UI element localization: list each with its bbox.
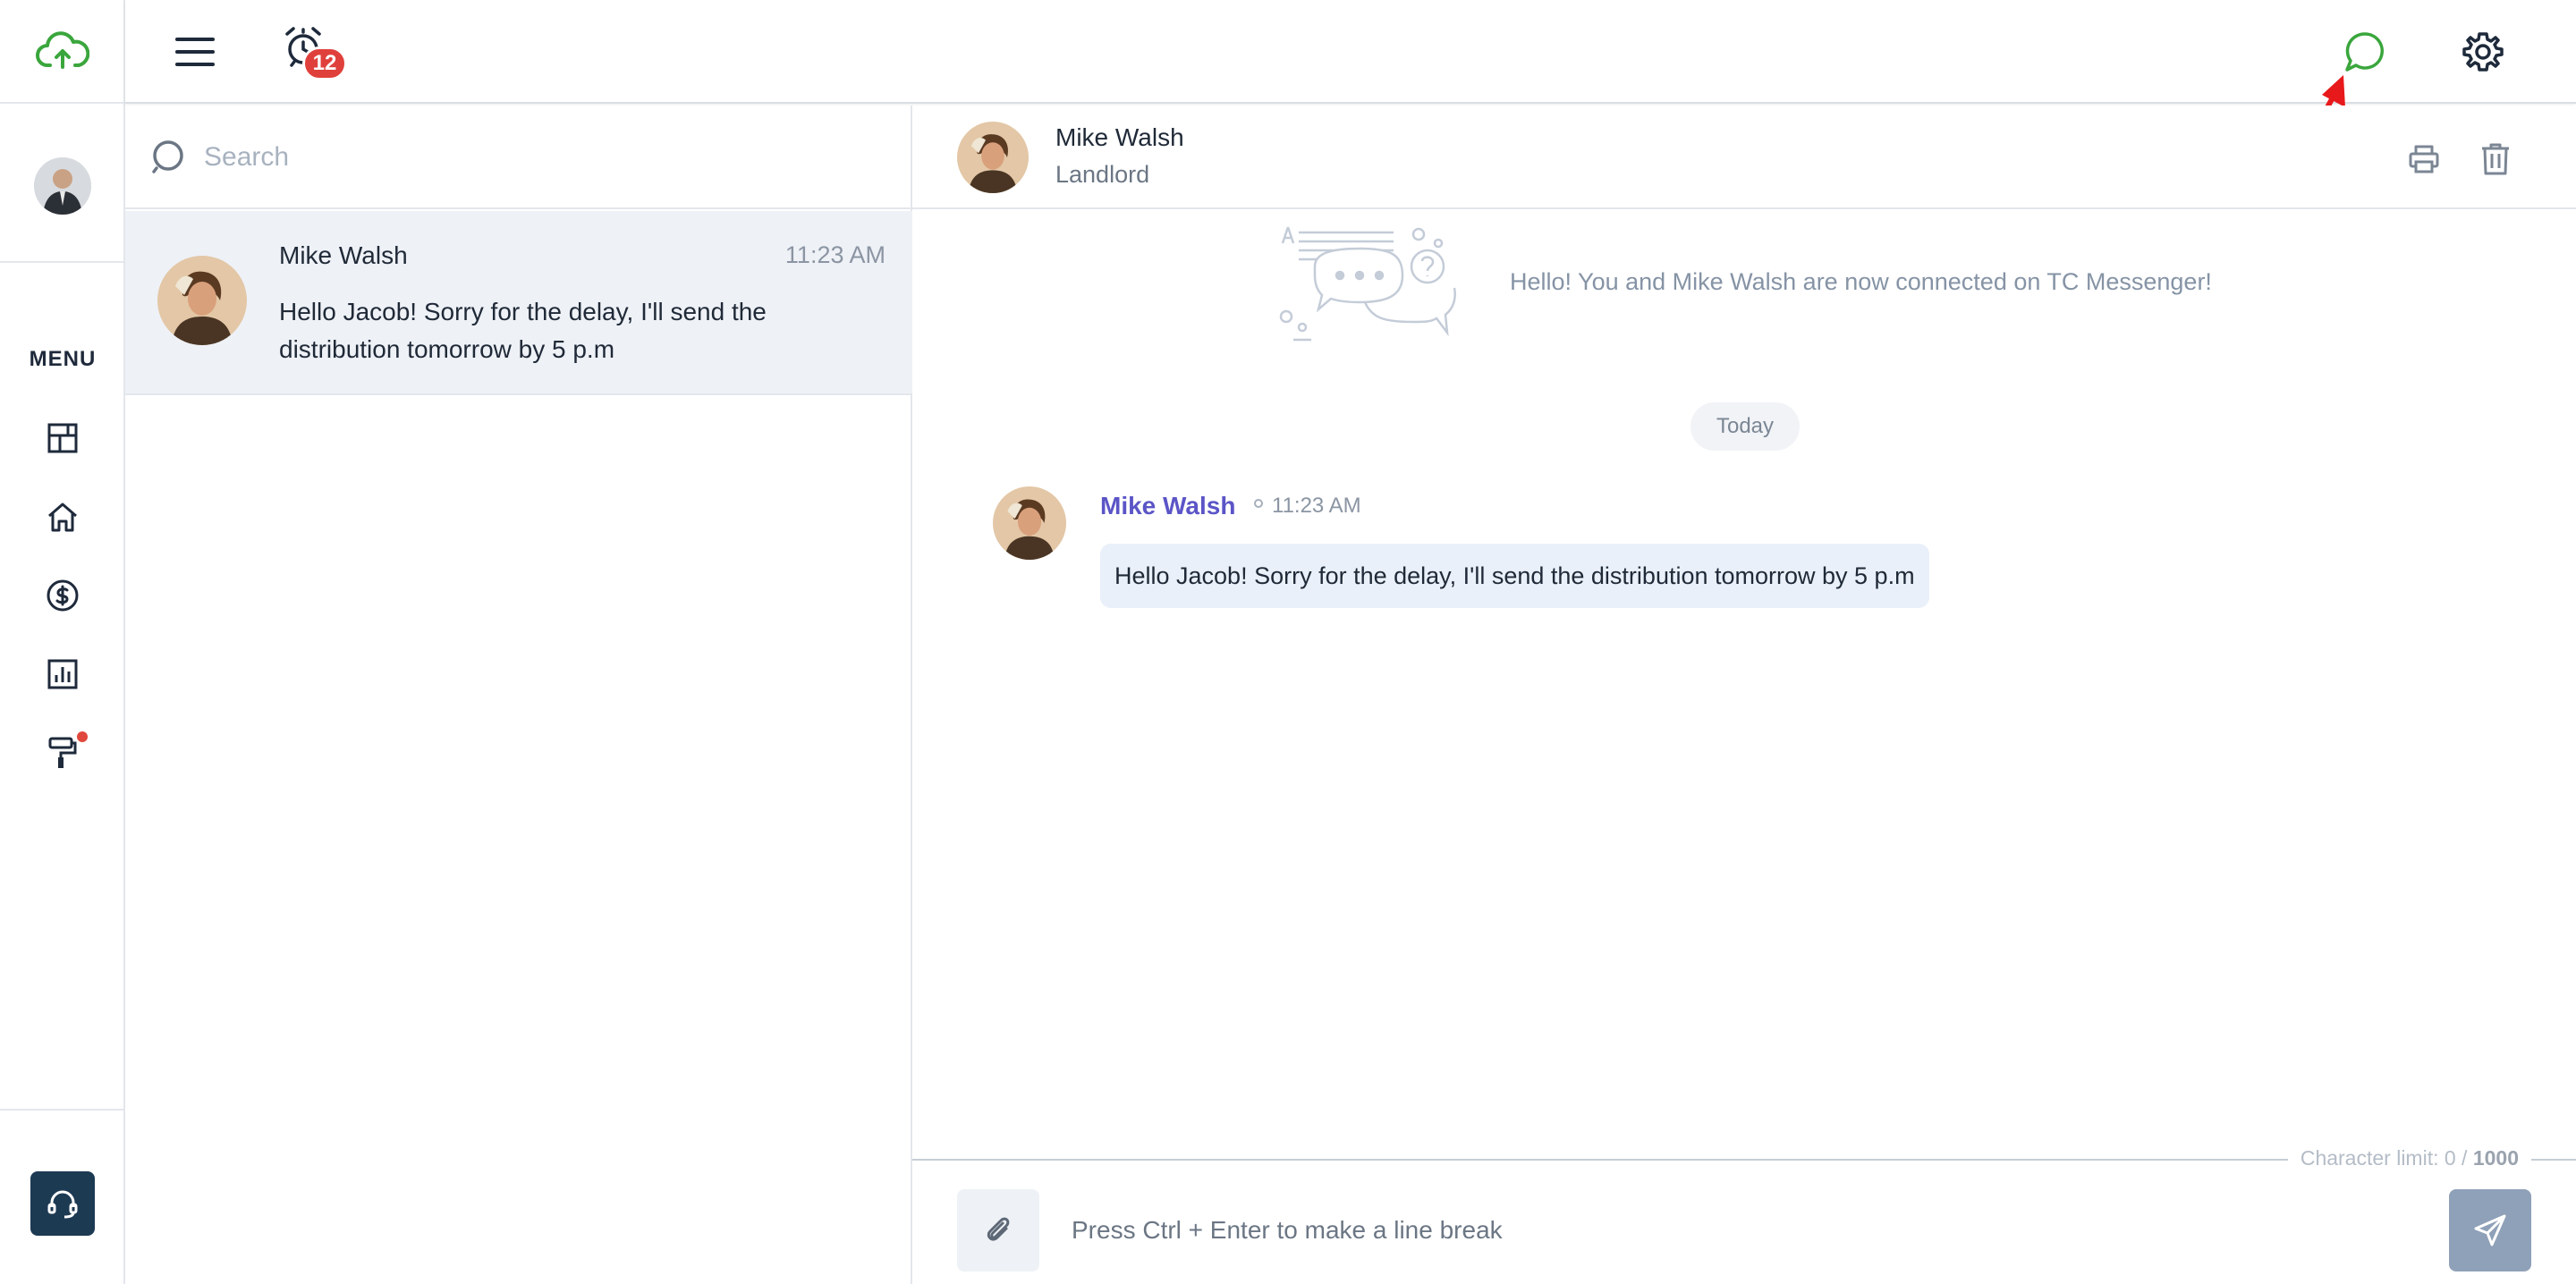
messenger-button[interactable] [2336, 23, 2394, 80]
character-limit: Character limit: 0 / 1000 [2287, 1146, 2531, 1170]
menu-toggle-button[interactable] [170, 27, 220, 77]
message-item: Mike Walsh 11:23 AM Hello Jacob! Sorry f… [993, 486, 2066, 629]
menu-label: MENU [29, 347, 97, 371]
message-input[interactable] [1072, 1198, 2413, 1263]
nav-maintenance[interactable] [0, 726, 125, 780]
app-logo[interactable] [0, 0, 125, 104]
chat-illustration-icon [1279, 226, 1456, 342]
paint-roller-icon [48, 737, 77, 768]
settings-button[interactable] [2454, 23, 2512, 80]
connected-notice-text: Hello! You and Mike Walsh are now connec… [1510, 268, 2212, 295]
connected-notice: Hello! You and Mike Walsh are now connec… [1279, 222, 2263, 356]
attach-file-button[interactable] [957, 1189, 1039, 1271]
bar-chart-icon [47, 659, 78, 689]
app-root: MENU 12 Search Mike Walsh 11:23 AM Hello… [0, 0, 2576, 1284]
headset-icon [47, 1190, 78, 1219]
print-button[interactable] [2402, 138, 2445, 181]
character-limit-label: Character limit: 0 / [2300, 1146, 2473, 1170]
conversation-preview: Hello Jacob! Sorry for the delay, I'll s… [279, 298, 767, 363]
chat-bubble-icon [2345, 32, 2384, 72]
contact-avatar [157, 256, 247, 345]
gear-icon [2462, 32, 2504, 72]
left-rail: MENU [0, 0, 125, 1284]
support-button[interactable] [30, 1171, 95, 1236]
printer-icon [2409, 145, 2439, 173]
chat-contact-name: Mike Walsh [1055, 123, 1184, 151]
message-time: 11:23 AM [1272, 494, 1361, 518]
date-divider: Today [1690, 402, 1800, 451]
rail-divider [0, 261, 125, 263]
dashboard-icon [47, 423, 78, 453]
send-button[interactable] [2449, 1189, 2531, 1271]
current-user-avatar[interactable] [34, 157, 91, 215]
home-icon [48, 503, 77, 532]
contact-photo [993, 486, 1066, 560]
conversation-list-pane: Mike Walsh 11:23 AM Hello Jacob! Sorry f… [125, 106, 912, 1284]
message-bubble: Hello Jacob! Sorry for the delay, I'll s… [1100, 544, 1929, 608]
user-photo [34, 157, 91, 215]
notification-count-badge: 12 [302, 46, 347, 80]
contact-photo [957, 122, 1029, 193]
nav-dashboard[interactable] [0, 411, 125, 465]
contact-photo [157, 256, 247, 345]
search-bar [125, 106, 912, 209]
chat-header: Mike Walsh Landlord [912, 106, 2576, 209]
conversation-item[interactable]: Mike Walsh 11:23 AM Hello Jacob! Sorry f… [125, 211, 912, 395]
chat-pane: Mike Walsh Landlord Hello! You and Mike … [912, 106, 2576, 1284]
notification-dot [77, 731, 88, 742]
nav-properties[interactable] [0, 490, 125, 544]
conversation-name: Mike Walsh [279, 241, 408, 269]
character-limit-max: 1000 [2472, 1146, 2519, 1170]
conversation-time: 11:23 AM [784, 241, 886, 268]
send-icon [2474, 1214, 2506, 1246]
chat-contact-avatar [957, 122, 1029, 193]
trash-icon [2482, 143, 2509, 175]
hamburger-icon [175, 38, 215, 66]
dollar-icon [47, 579, 79, 612]
nav-reports[interactable] [0, 647, 125, 701]
rail-divider-bottom [0, 1109, 125, 1111]
search-input[interactable] [204, 132, 884, 182]
separator-dot [1254, 499, 1263, 508]
delete-conversation-button[interactable] [2474, 138, 2517, 181]
nav-accounting[interactable] [0, 569, 125, 622]
cloud-upload-icon [36, 31, 89, 69]
search-icon [152, 140, 183, 173]
paperclip-icon [987, 1217, 1010, 1241]
top-bar: 12 [125, 0, 2576, 104]
message-sender-name[interactable]: Mike Walsh [1100, 492, 1235, 520]
message-sender-avatar [993, 486, 1066, 560]
chat-contact-role: Landlord [1055, 161, 1150, 188]
